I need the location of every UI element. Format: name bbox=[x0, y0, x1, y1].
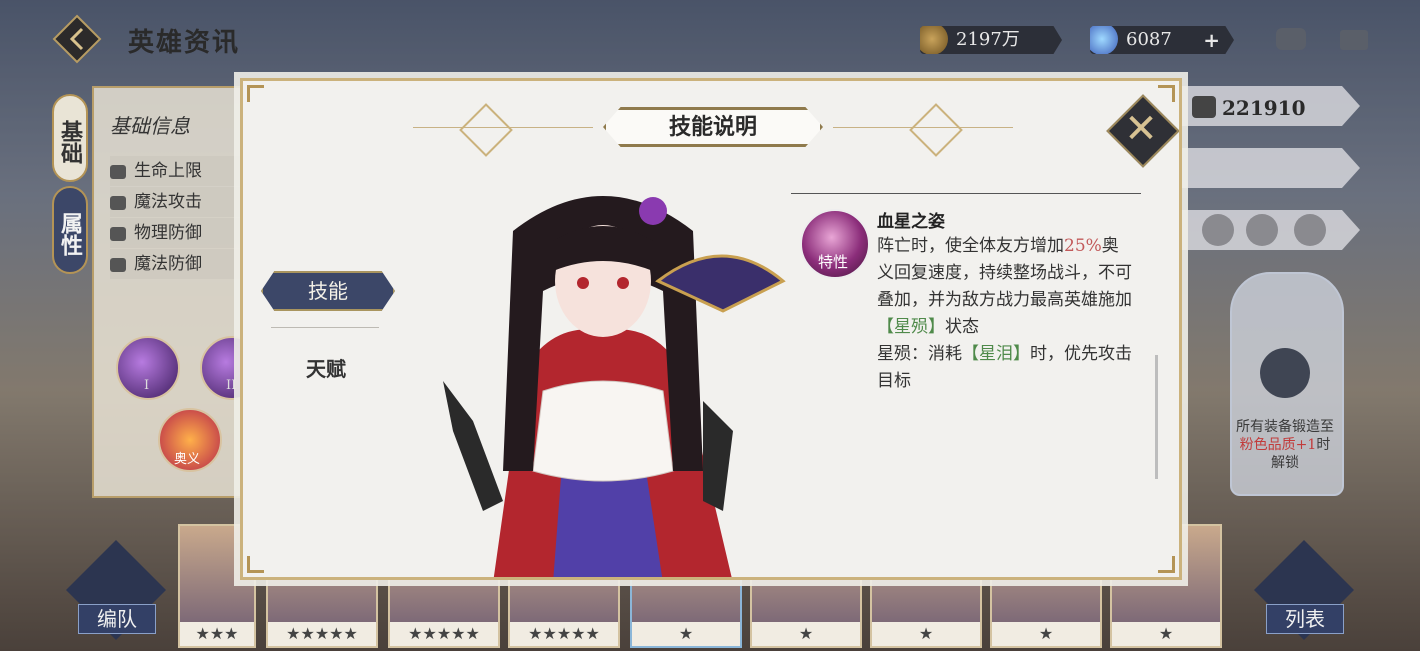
skill-type-badge: 特性 bbox=[817, 253, 848, 271]
tab-basic[interactable]: 基础 bbox=[52, 94, 88, 182]
desc-text: 星殒：消耗 bbox=[877, 344, 962, 364]
hero-stars: ★★★★★ bbox=[510, 622, 618, 646]
top-bar: 英雄资讯 2197万 6087 + bbox=[0, 0, 1420, 80]
tab-talent[interactable]: 天赋 bbox=[261, 353, 391, 382]
hero-stars: ★ bbox=[1112, 622, 1220, 646]
unlock-condition-text: 所有装备锻造至粉色品质+1时解锁 bbox=[1233, 418, 1337, 472]
stat-row-matk: 魔法攻击 bbox=[110, 187, 240, 217]
gem-icon bbox=[1090, 26, 1118, 54]
title-deco-diamond bbox=[909, 103, 963, 157]
corner-ornament bbox=[247, 85, 264, 102]
shield-icon bbox=[110, 226, 126, 241]
gem-currency: 6087 + bbox=[1090, 26, 1234, 54]
corner-ornament bbox=[1158, 556, 1175, 573]
power-icon bbox=[1192, 96, 1216, 118]
desc-keyword: 【星泪】 bbox=[962, 344, 1030, 364]
gold-currency: 2197万 bbox=[920, 26, 1062, 54]
lock-icon bbox=[1260, 348, 1310, 398]
stat-label: 魔法攻击 bbox=[134, 192, 202, 212]
tab-skill[interactable]: 技能 bbox=[261, 271, 395, 311]
slot-dot bbox=[1294, 214, 1326, 246]
hero-stars: ★★★★★ bbox=[268, 622, 376, 646]
corner-ornament bbox=[1158, 85, 1175, 102]
hero-stars: ★ bbox=[872, 622, 980, 646]
desc-text: 状态 bbox=[945, 317, 979, 337]
stat-label: 魔法防御 bbox=[134, 254, 202, 274]
slot-dot bbox=[1202, 214, 1234, 246]
gem-amount: 6087 bbox=[1126, 29, 1172, 50]
team-button-label[interactable]: 编队 bbox=[78, 604, 156, 634]
hero-stars: ★★★★★ bbox=[390, 622, 498, 646]
stat-label: 物理防御 bbox=[134, 223, 202, 243]
back-icon bbox=[52, 14, 102, 64]
back-button[interactable] bbox=[52, 14, 102, 64]
skill-orb-1[interactable]: I bbox=[116, 336, 180, 400]
hero-stars: ★ bbox=[752, 622, 860, 646]
skill-orb-label: 奥义 bbox=[174, 452, 201, 467]
stat-row-mdef: 魔法防御 bbox=[110, 249, 240, 279]
stat-row-hp: 生命上限 bbox=[110, 156, 240, 186]
stat-label: 生命上限 bbox=[134, 161, 202, 181]
title-deco-diamond bbox=[459, 103, 513, 157]
desc-percent: 25% bbox=[1064, 236, 1102, 256]
skill-description: 阵亡时，使全体友方增加25%奥义回复速度，持续整场战斗，不可叠加，并为敌方战力最… bbox=[877, 233, 1135, 395]
gold-coin-icon bbox=[920, 26, 948, 54]
modal-title: 技能说明 bbox=[668, 114, 757, 140]
hero-portrait bbox=[403, 171, 803, 577]
wand-icon bbox=[110, 195, 126, 210]
gold-amount: 2197万 bbox=[956, 29, 1020, 50]
right-bar-2 bbox=[1180, 148, 1360, 188]
skill-orb-label: I bbox=[144, 378, 150, 393]
close-icon[interactable]: ✕ bbox=[1117, 101, 1165, 157]
add-gems-button[interactable]: + bbox=[1203, 26, 1220, 54]
hero-stars: ★★★ bbox=[180, 622, 254, 646]
tab-attributes[interactable]: 属性 bbox=[52, 186, 88, 274]
basic-info-title: 基础信息 bbox=[110, 114, 190, 138]
skill-separator bbox=[791, 193, 1141, 194]
heart-icon bbox=[110, 164, 126, 179]
slot-dot bbox=[1246, 214, 1278, 246]
skill-name: 血星之姿 bbox=[877, 212, 945, 232]
skill-info-modal: 技能说明 ✕ 技能 天赋 特性 血星之姿 阵亡时，使全体友方增加25%奥义回复速… bbox=[240, 78, 1182, 580]
ultimate-orb[interactable]: 奥义 bbox=[158, 408, 222, 472]
corner-ornament bbox=[247, 556, 264, 573]
desc-keyword: 【星殒】 bbox=[877, 317, 945, 337]
hero-stars: ★ bbox=[632, 622, 740, 646]
unlock-text-highlight: 粉色品质+1 bbox=[1239, 437, 1317, 453]
hero-stars: ★ bbox=[992, 622, 1100, 646]
tab-divider bbox=[271, 327, 379, 328]
list-button-label[interactable]: 列表 bbox=[1266, 604, 1344, 634]
desc-text: 阵亡时，使全体友方增加 bbox=[877, 236, 1064, 256]
mail-icon[interactable] bbox=[1340, 30, 1368, 50]
stat-row-pdef: 物理防御 bbox=[110, 218, 240, 248]
unlock-text-a: 所有装备锻造至 bbox=[1236, 419, 1334, 435]
description-scrollbar[interactable] bbox=[1155, 355, 1158, 479]
power-value: 221910 bbox=[1222, 96, 1306, 120]
page-title: 英雄资讯 bbox=[128, 28, 241, 58]
magic-shield-icon bbox=[110, 257, 126, 272]
chat-icon[interactable] bbox=[1276, 28, 1306, 50]
skill-orb-label: II bbox=[226, 378, 237, 393]
